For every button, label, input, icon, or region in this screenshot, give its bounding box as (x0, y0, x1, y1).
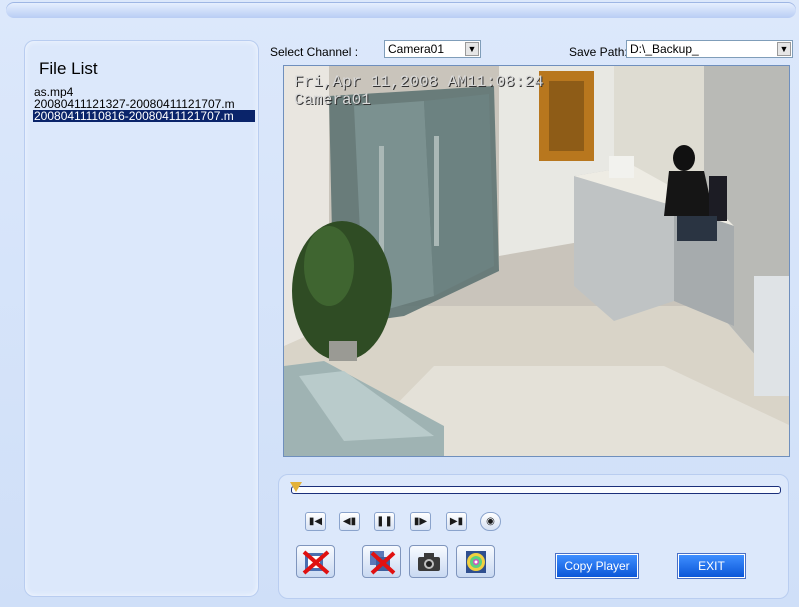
channel-select[interactable]: Camera01 ▼ (384, 40, 481, 58)
video-camera-name: Camera01 (294, 91, 371, 109)
channel-select-value: Camera01 (388, 42, 445, 56)
file-list-item[interactable]: 20080411121327-20080411121707.m (33, 98, 255, 110)
volume-icon: ◉ (486, 516, 495, 527)
file-list-item[interactable]: as.mp4 (33, 86, 255, 98)
camera-frame-image (284, 66, 789, 456)
chevron-down-icon[interactable]: ▼ (465, 42, 479, 56)
disc-icon (466, 551, 486, 573)
file-list: as.mp4 20080411121327-20080411121707.m 2… (33, 86, 255, 122)
save-path-value: D:\_Backup_ (630, 42, 699, 56)
copy-player-button[interactable]: Copy Player (555, 553, 639, 579)
volume-button[interactable]: ◉ (480, 512, 501, 531)
save-path-select[interactable]: D:\_Backup_ ▼ (626, 40, 793, 58)
step-back-button[interactable]: ◀▮ (339, 512, 360, 531)
delete-file-icon (302, 550, 330, 575)
seek-slider[interactable] (290, 482, 781, 494)
chevron-down-icon[interactable]: ▼ (777, 42, 791, 56)
file-list-panel: File List as.mp4 20080411121327-20080411… (24, 40, 259, 597)
file-list-title: File List (39, 59, 98, 78)
pause-icon: ❚❚ (376, 516, 393, 527)
title-bar (6, 2, 796, 18)
delete-all-icon (370, 551, 396, 575)
exit-button[interactable]: EXIT (677, 553, 746, 579)
dvr-playback-window: File List as.mp4 20080411121327-20080411… (0, 0, 799, 607)
step-back-icon: ◀▮ (342, 516, 357, 527)
snapshot-button[interactable] (409, 545, 448, 578)
skip-to-start-icon: ▮◀ (308, 516, 323, 527)
video-timestamp: Fri,Apr 11,2008 AM11:08:24 (294, 73, 544, 91)
step-forward-icon: ▮▶ (413, 516, 428, 527)
select-channel-label: Select Channel : (270, 45, 359, 59)
camera-icon (418, 553, 440, 571)
skip-to-start-button[interactable]: ▮◀ (305, 512, 326, 531)
playback-control-panel: ▮◀ ◀▮ ❚❚ ▮▶ ▶▮ ◉ Copy Player EXIT (278, 474, 789, 599)
seek-slider-thumb[interactable] (290, 482, 302, 492)
delete-all-button[interactable] (362, 545, 401, 578)
skip-to-end-icon: ▶▮ (449, 516, 464, 527)
pause-button[interactable]: ❚❚ (374, 512, 395, 531)
video-view[interactable]: Fri,Apr 11,2008 AM11:08:24 Camera01 (283, 65, 790, 457)
file-list-item-selected[interactable]: 20080411110816-20080411121707.m (33, 110, 255, 122)
save-path-label: Save Path: (569, 45, 628, 59)
burn-disc-button[interactable] (456, 545, 495, 578)
skip-to-end-button[interactable]: ▶▮ (446, 512, 467, 531)
delete-file-button[interactable] (296, 545, 335, 578)
step-forward-button[interactable]: ▮▶ (410, 512, 431, 531)
